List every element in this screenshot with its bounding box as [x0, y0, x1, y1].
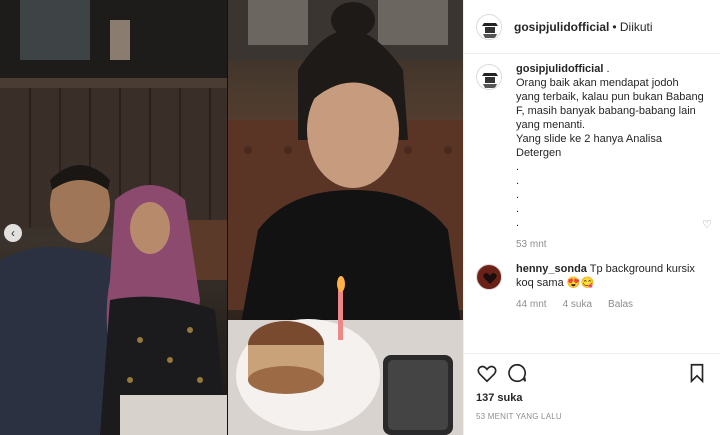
caption-line: . — [516, 189, 520, 201]
avatar-heart-icon — [478, 266, 501, 289]
heart-icon[interactable] — [476, 362, 498, 384]
comment-item: henny_sonda Tp background kursix koq sam… — [476, 262, 710, 312]
caption-meta: 53 mnt — [516, 238, 710, 252]
reply-button[interactable]: Balas — [608, 298, 633, 312]
comment-username[interactable]: henny_sonda — [516, 263, 587, 275]
comment-emoji: 😍😋 — [566, 277, 595, 289]
avatar-logo-icon — [478, 66, 501, 89]
caption-line: . — [516, 203, 520, 215]
comment-icon[interactable] — [506, 362, 528, 384]
post-time-ago: 53 MENIT YANG LALU — [476, 412, 562, 421]
comment-like-heart-icon[interactable]: ♡ — [702, 218, 712, 231]
header-username[interactable]: gosipjulidofficial — [514, 20, 609, 34]
caption-line: . — [516, 217, 520, 229]
action-row — [476, 362, 708, 386]
caption-line: Detergen — [516, 147, 562, 159]
photo-couple: ‹ — [0, 0, 227, 435]
avatar[interactable] — [476, 264, 502, 290]
avatar[interactable] — [476, 64, 502, 90]
caption-time[interactable]: 53 mnt — [516, 238, 547, 252]
caption-line: . — [516, 161, 520, 173]
comment-likes[interactable]: 4 suka — [563, 298, 592, 312]
avatar-logo-icon — [478, 15, 501, 39]
caption: gosipjulidofficial . Orang baik akan men… — [476, 62, 710, 252]
caption-line: yang menanti. — [516, 119, 586, 131]
bookmark-icon[interactable] — [686, 362, 708, 384]
caption-line: . — [516, 175, 520, 187]
caption-username-dot: . — [603, 63, 610, 75]
caption-username[interactable]: gosipjulidofficial — [516, 63, 603, 75]
caption-line: F, masih banyak babang-babang lain — [516, 105, 696, 117]
chevron-left-icon[interactable]: ‹ — [4, 224, 22, 242]
follow-status[interactable]: • Diikuti — [612, 20, 652, 34]
post-sidebar: gosipjulidofficial • Diikuti gosipjulido… — [463, 0, 720, 435]
caption-line: yang terbaik, kalau pun bukan Babang — [516, 91, 704, 103]
comment-meta: 44 mnt 4 suka Balas — [516, 298, 710, 312]
photo-birthday — [228, 0, 463, 435]
photo-birthday-art — [228, 0, 463, 435]
post-media[interactable]: ‹ — [0, 0, 463, 435]
avatar[interactable] — [476, 13, 502, 40]
likes-count[interactable]: 137 suka — [476, 392, 522, 404]
comment-body: henny_sonda Tp background kursix koq sam… — [516, 262, 710, 312]
caption-line: Yang slide ke 2 hanya Analisa — [516, 133, 662, 145]
caption-line: Orang baik akan mendapat jodoh — [516, 77, 679, 89]
comments-area: gosipjulidofficial . Orang baik akan men… — [476, 62, 710, 344]
caption-body: gosipjulidofficial . Orang baik akan men… — [516, 62, 710, 252]
post-actions: 137 suka 53 MENIT YANG LALU — [464, 353, 720, 435]
post-header: gosipjulidofficial • Diikuti — [464, 0, 720, 54]
comment-time[interactable]: 44 mnt — [516, 298, 547, 312]
photo-couple-art — [0, 0, 227, 435]
